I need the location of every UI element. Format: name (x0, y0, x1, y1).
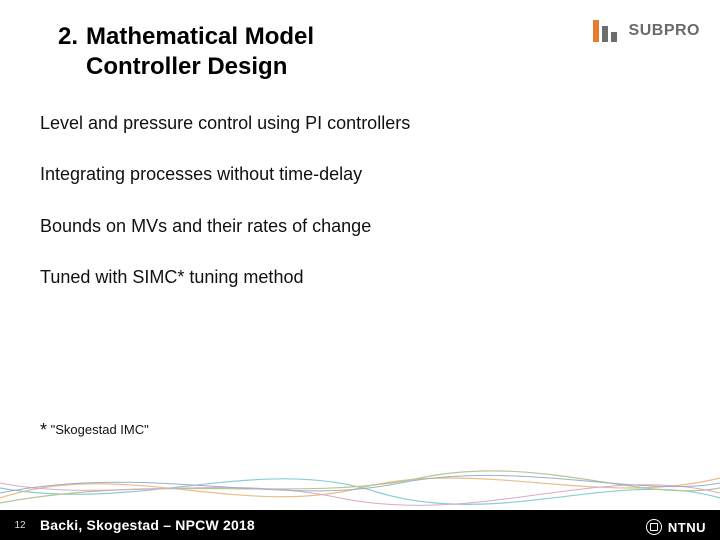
title-number: 2. (58, 22, 86, 52)
slide-body: Level and pressure control using PI cont… (40, 112, 410, 318)
slide-title: 2.Mathematical Model Controller Design (58, 22, 314, 82)
bullet-3: Bounds on MVs and their rates of change (40, 215, 410, 238)
title-line-1: Mathematical Model (86, 23, 314, 50)
bullet-4: Tuned with SIMC* tuning method (40, 266, 410, 289)
ntnu-brand: NTNU (646, 519, 706, 535)
slide: SUBPRO 2.Mathematical Model Controller D… (0, 0, 720, 540)
bullet-1: Level and pressure control using PI cont… (40, 112, 410, 135)
footnote-mark: * (40, 420, 47, 440)
subpro-text: SUBPRO (629, 22, 700, 40)
ntnu-logo-icon (646, 519, 662, 535)
subpro-logo-icon (593, 20, 621, 42)
page-number: 12 (0, 520, 40, 531)
footnote: * "Skogestad IMC" (40, 420, 149, 441)
decorative-waves-icon (0, 448, 720, 518)
footer-bar: 12 Backi, Skogestad – NPCW 2018 NTNU (0, 510, 720, 540)
footer-text: Backi, Skogestad – NPCW 2018 (40, 517, 255, 533)
ntnu-text: NTNU (668, 520, 706, 535)
bullet-2: Integrating processes without time-delay (40, 163, 410, 186)
footnote-text: "Skogestad IMC" (51, 422, 149, 437)
subpro-brand: SUBPRO (593, 20, 700, 42)
title-line-2: Controller Design (58, 52, 314, 82)
